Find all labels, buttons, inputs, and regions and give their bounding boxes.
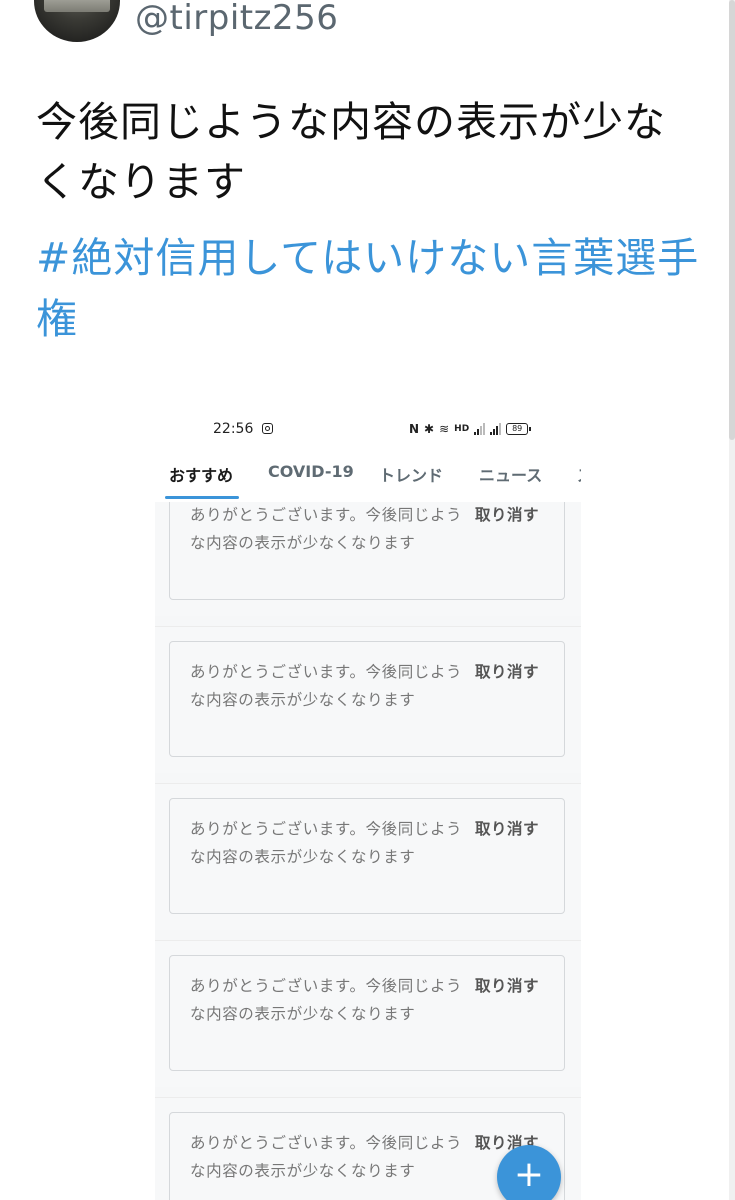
feedback-message: ありがとうございます。今後同じような内容の表示が少なくなります <box>190 506 463 552</box>
username[interactable]: @tirpitz256 <box>135 0 338 38</box>
bluetooth-icon: ✱ <box>424 422 435 436</box>
active-tab-indicator <box>165 496 239 499</box>
nfc-icon: N <box>409 422 420 436</box>
undo-button[interactable]: 取り消す <box>475 817 539 839</box>
tab-partial[interactable]: ス <box>577 462 581 486</box>
scrollbar[interactable] <box>729 0 735 1200</box>
feedback-card: ありがとうございます。今後同じような内容の表示が少なくなります 取り消す <box>169 641 565 757</box>
status-bar: 22:56 N ✱ ≋ HD 89 <box>155 410 581 450</box>
feedback-message: ありがとうございます。今後同じような内容の表示が少なくなります <box>190 977 463 1023</box>
wifi-icon: ≋ <box>439 422 450 436</box>
avatar-car-image <box>44 0 110 12</box>
status-time: 22:56 <box>213 421 254 437</box>
compose-fab-plus-icon[interactable]: + <box>497 1145 561 1200</box>
tweet-hashtag-link[interactable]: #絶対信用してはいけない言葉選手権 <box>36 228 706 350</box>
feedback-message: ありがとうございます。今後同じような内容の表示が少なくなります <box>190 663 463 709</box>
undo-button[interactable]: 取り消す <box>475 503 539 525</box>
tab-trend[interactable]: トレンド <box>379 462 443 486</box>
signal-icon <box>474 423 486 435</box>
volte-icon: HD <box>454 424 470 434</box>
instagram-icon <box>262 423 273 434</box>
avatar[interactable] <box>34 0 120 42</box>
tab-news[interactable]: ニュース <box>479 462 542 486</box>
tweet-page: @tirpitz256 今後同じような内容の表示が少なくなります #絶対信用して… <box>0 0 735 1200</box>
feedback-card: ありがとうございます。今後同じような内容の表示が少なくなります 取り消す <box>169 955 565 1071</box>
feed-item: ありがとうございます。今後同じような内容の表示が少なくなります 取り消す <box>155 940 581 1087</box>
tweet-text: 今後同じような内容の表示が少なくなります <box>36 98 666 206</box>
tab-osusume[interactable]: おすすめ <box>169 462 233 486</box>
undo-button[interactable]: 取り消す <box>475 660 539 682</box>
feed-item: ありがとうございます。今後同じような内容の表示が少なくなります 取り消す <box>155 783 581 930</box>
feedback-card: ありがとうございます。今後同じような内容の表示が少なくなります 取り消す <box>169 798 565 914</box>
feed: ありがとうございます。今後同じような内容の表示が少なくなります 取り消す ありが… <box>155 502 581 1200</box>
undo-button[interactable]: 取り消す <box>475 974 539 996</box>
tab-covid19[interactable]: COVID-19 <box>268 462 354 481</box>
battery-icon: 89 <box>506 423 532 435</box>
tab-bar: おすすめ COVID-19 トレンド ニュース ス <box>155 456 581 502</box>
signal-icon-2 <box>490 423 502 435</box>
status-icons: N ✱ ≋ HD 89 <box>409 420 532 438</box>
feed-item: ありがとうございます。今後同じような内容の表示が少なくなります 取り消す <box>155 502 581 616</box>
feedback-message: ありがとうございます。今後同じような内容の表示が少なくなります <box>190 820 463 866</box>
feed-item: ありがとうございます。今後同じような内容の表示が少なくなります 取り消す <box>155 626 581 773</box>
feedback-card: ありがとうございます。今後同じような内容の表示が少なくなります 取り消す <box>169 502 565 600</box>
embedded-phone-screenshot: 22:56 N ✱ ≋ HD 89 おすすめ COVID-19 トレンド ニュー… <box>155 410 581 1200</box>
scrollbar-thumb[interactable] <box>729 0 735 440</box>
feedback-message: ありがとうございます。今後同じような内容の表示が少なくなります <box>190 1134 463 1180</box>
